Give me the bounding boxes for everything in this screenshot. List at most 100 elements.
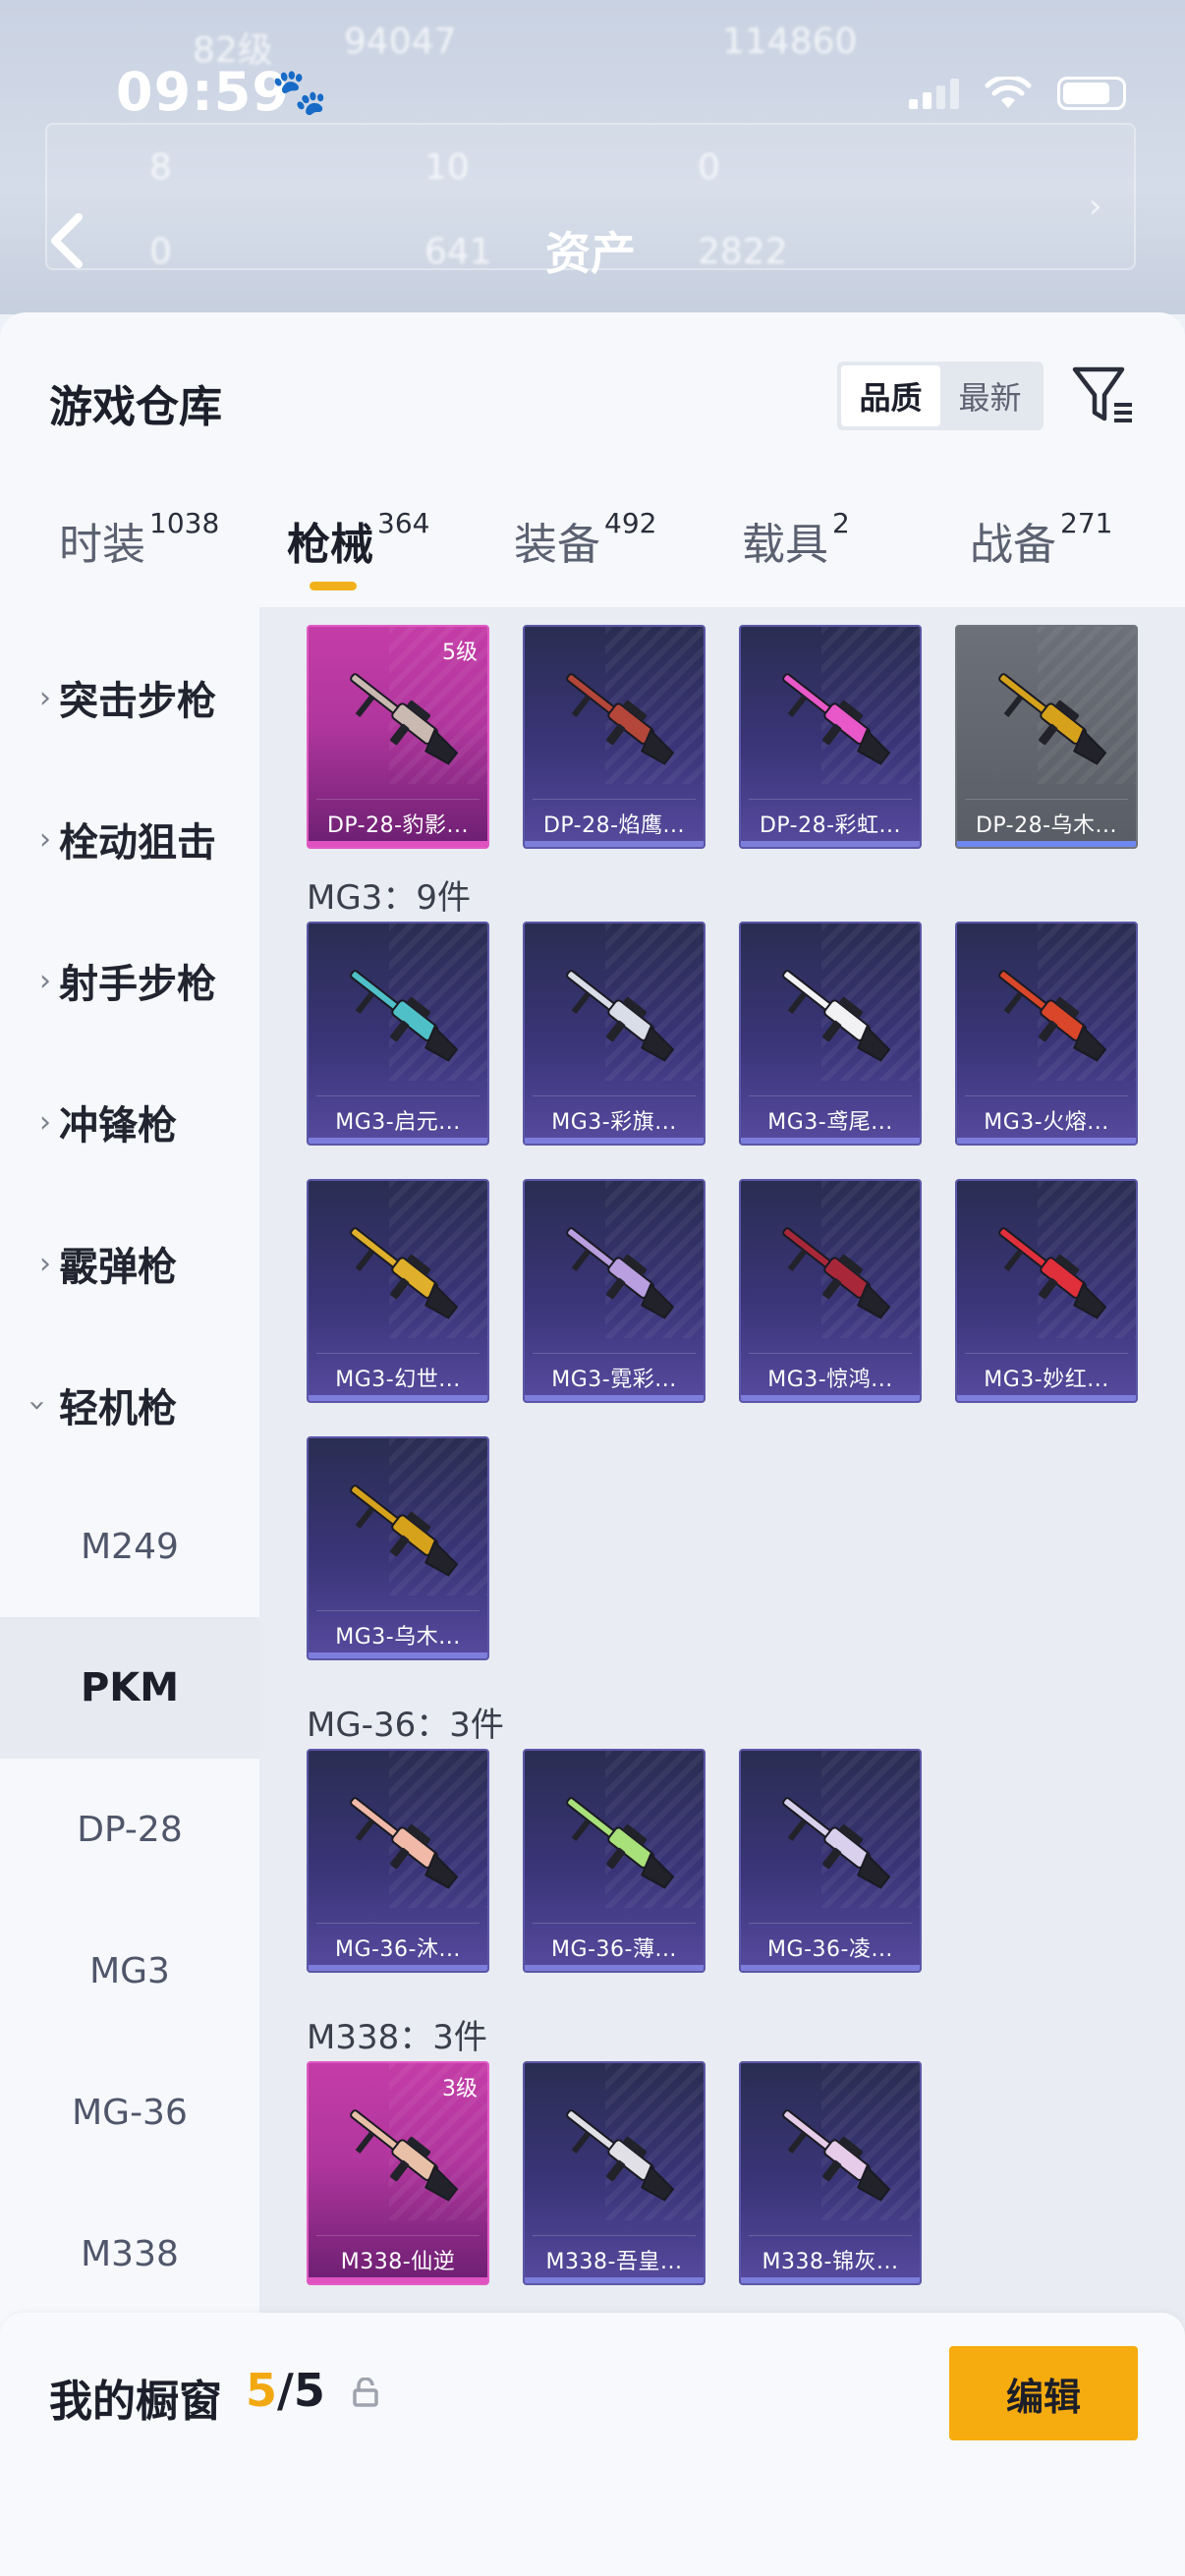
rarity-stripe xyxy=(957,841,1136,847)
bg-stat-views: 94047 xyxy=(344,22,457,62)
tab-equipment[interactable]: 装备 492 xyxy=(514,507,657,572)
card-divider xyxy=(965,799,1128,800)
item-card[interactable]: DP-28-焰鹰... xyxy=(523,625,705,849)
chevron-right-icon: › xyxy=(39,963,51,998)
sidebar-subitem-m338[interactable]: M338 xyxy=(0,2183,259,2324)
tab-count: 1038 xyxy=(149,507,220,539)
weapon-skin-image xyxy=(782,970,891,1062)
tab-label: 装备 xyxy=(514,520,600,570)
item-name: DP-28-彩虹... xyxy=(759,813,902,838)
item-card[interactable]: MG3-鸢尾... xyxy=(739,922,922,1146)
item-card[interactable]: MG-36-薄... xyxy=(523,1749,705,1973)
bg-stat-c: 0 xyxy=(698,147,720,188)
sidebar-item-smg[interactable]: › 冲锋枪 xyxy=(0,1051,259,1193)
rarity-stripe xyxy=(525,1965,704,1971)
rarity-stripe xyxy=(309,1395,487,1401)
sidebar-item-label: 射手步枪 xyxy=(59,962,216,1007)
sidebar-item-shotgun[interactable]: › 霰弹枪 xyxy=(0,1193,259,1334)
sort-quality-button[interactable]: 品质 xyxy=(841,365,940,426)
weapon-skin-image xyxy=(782,673,891,765)
background-page-title: 资产 xyxy=(545,227,636,280)
showcase-total: 5 xyxy=(293,2364,325,2417)
sidebar-item-marksman-rifle[interactable]: › 射手步枪 xyxy=(0,910,259,1051)
status-icons xyxy=(909,77,1126,110)
weapon-skin-image xyxy=(350,2109,459,2202)
item-card[interactable]: M338-锦灰... xyxy=(739,2061,922,2285)
bg-stat-f: 2822 xyxy=(698,232,788,272)
card-divider xyxy=(533,2235,696,2236)
card-divider xyxy=(533,799,696,800)
chevron-right-icon: › xyxy=(39,1246,51,1281)
sidebar-item-lmg[interactable]: › 轻机枪 xyxy=(0,1334,259,1476)
item-card[interactable]: MG3-惊鸿... xyxy=(739,1179,922,1403)
item-card[interactable]: 3级 M338-仙逆 xyxy=(307,2061,489,2285)
item-level-badge: 3级 xyxy=(442,2077,478,2101)
item-name: M338-仙逆 xyxy=(340,2250,456,2274)
back-chevron-icon[interactable] xyxy=(47,211,86,270)
item-card[interactable]: DP-28-彩虹... xyxy=(739,625,922,849)
item-name: MG-36-沐... xyxy=(335,1937,461,1962)
chevron-right-icon: › xyxy=(39,680,51,715)
sidebar-subitem-pkm[interactable]: PKM xyxy=(0,1617,259,1759)
item-card[interactable]: MG3-火熔... xyxy=(955,922,1138,1146)
card-divider xyxy=(749,2235,912,2236)
card-divider xyxy=(749,1353,912,1354)
card-divider xyxy=(316,1923,480,1924)
item-card[interactable]: MG-36-沐... xyxy=(307,1749,489,1973)
card-divider xyxy=(749,1095,912,1096)
item-card[interactable]: 5级 DP-28-豹影... xyxy=(307,625,489,849)
rarity-stripe xyxy=(741,2277,920,2283)
tab-vehicles[interactable]: 载具 2 xyxy=(742,507,850,572)
bg-stat-d: 0 xyxy=(149,232,172,272)
weapon-skin-image xyxy=(350,1484,459,1577)
item-name: MG3-幻世... xyxy=(335,1368,461,1392)
sidebar-item-label: 突击步枪 xyxy=(59,679,216,724)
sidebar-item-label: 栓动狙击 xyxy=(59,820,216,866)
item-card[interactable]: MG-36-凌... xyxy=(739,1749,922,1973)
item-level-badge: 5级 xyxy=(442,641,478,665)
group-title-m338: M338：3件 xyxy=(307,2018,487,2057)
sidebar-subitem-dp28[interactable]: DP-28 xyxy=(0,1759,259,1900)
chevron-right-icon: › xyxy=(39,1104,51,1140)
lock-icon xyxy=(353,2378,378,2407)
page-title: 游戏仓库 xyxy=(49,382,222,432)
tab-firearms[interactable]: 枪械 364 xyxy=(287,507,429,572)
tab-label: 载具 xyxy=(742,520,828,570)
item-card[interactable]: MG3-霓彩... xyxy=(523,1179,705,1403)
card-divider xyxy=(316,1095,480,1096)
sort-latest-button[interactable]: 最新 xyxy=(940,365,1040,426)
tab-fashion[interactable]: 时装 1038 xyxy=(59,507,220,572)
item-name: MG3-火熔... xyxy=(984,1110,1109,1135)
card-divider xyxy=(533,1353,696,1354)
item-card[interactable]: MG3-乌木... xyxy=(307,1436,489,1660)
filter-icon[interactable] xyxy=(1071,362,1136,426)
bg-stat-b: 10 xyxy=(424,147,470,188)
sidebar-subitem-mg36[interactable]: MG-36 xyxy=(0,2042,259,2183)
item-card[interactable]: DP-28-乌木... xyxy=(955,625,1138,849)
rarity-stripe xyxy=(309,1965,487,1971)
weapon-skin-image xyxy=(782,1227,891,1319)
sidebar-item-assault-rifle[interactable]: › 突击步枪 xyxy=(0,627,259,768)
item-card[interactable]: MG3-启元... xyxy=(307,922,489,1146)
item-card[interactable]: MG3-幻世... xyxy=(307,1179,489,1403)
status-time: 09:59 xyxy=(116,61,290,123)
item-name: MG3-鸢尾... xyxy=(767,1110,893,1135)
item-card[interactable]: MG3-妙红... xyxy=(955,1179,1138,1403)
edit-button[interactable]: 编辑 xyxy=(949,2346,1138,2440)
item-name: MG-36-凌... xyxy=(767,1937,893,1962)
item-card[interactable]: M338-吾皇... xyxy=(523,2061,705,2285)
bg-stat-score: 114860 xyxy=(722,22,858,62)
group-title-mg36: MG-36：3件 xyxy=(307,1706,504,1745)
sidebar-subitem-m249[interactable]: M249 xyxy=(0,1476,259,1617)
sidebar-item-bolt-sniper[interactable]: › 栓动狙击 xyxy=(0,768,259,910)
item-name: DP-28-豹影... xyxy=(326,813,470,838)
card-divider xyxy=(316,799,480,800)
tab-battle-gear[interactable]: 战备 271 xyxy=(970,507,1112,572)
background-header: 82级 94047 114860 8 10 0 0 641 2822 09:59… xyxy=(0,0,1185,314)
rarity-stripe xyxy=(309,1138,487,1144)
item-name: DP-28-乌木... xyxy=(975,813,1118,838)
tab-count: 492 xyxy=(604,507,657,539)
sidebar-subitem-mg3[interactable]: MG3 xyxy=(0,1900,259,2042)
item-card[interactable]: MG3-彩旗... xyxy=(523,922,705,1146)
bg-stat-row-1: 82级 94047 114860 xyxy=(0,22,1185,71)
